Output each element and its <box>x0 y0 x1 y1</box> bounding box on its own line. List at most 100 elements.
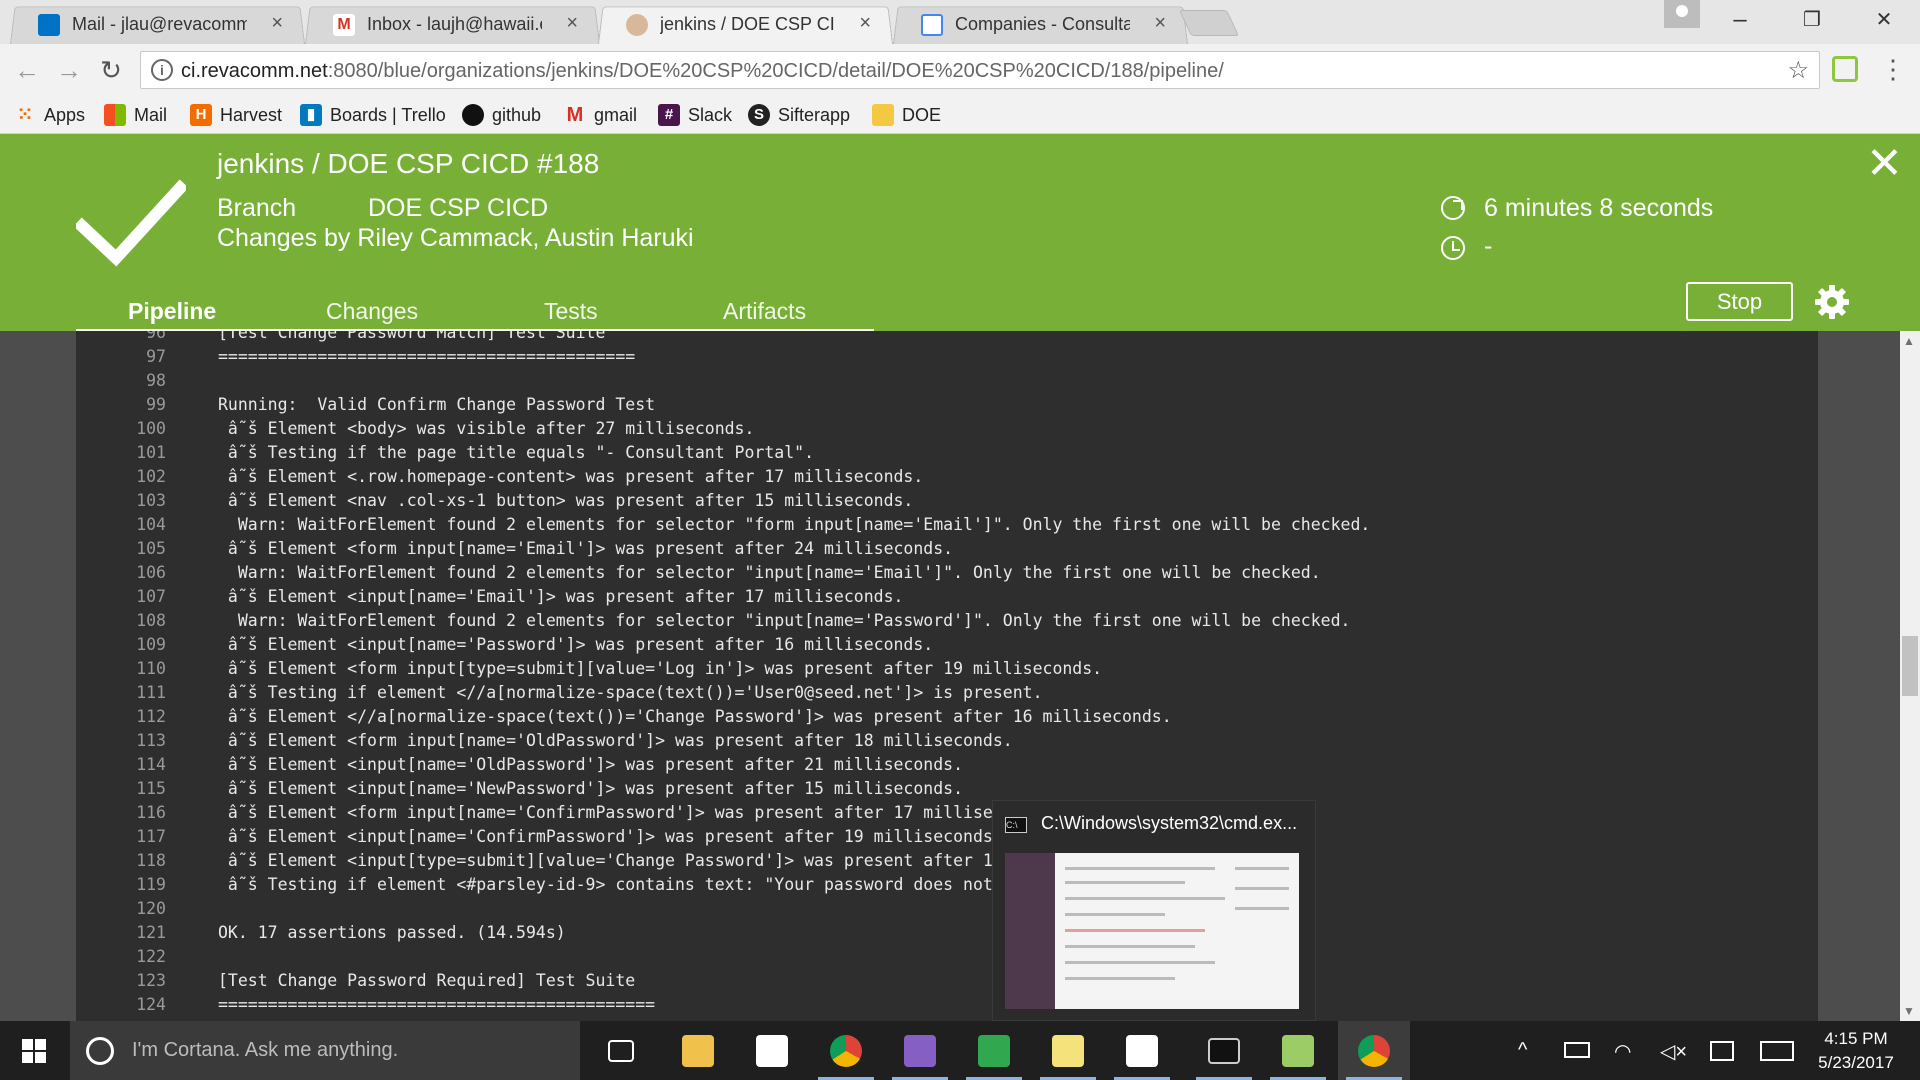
reload-button[interactable]: ↻ <box>94 54 128 86</box>
maximize-button[interactable]: ❐ <box>1792 6 1832 34</box>
bookmark-star-icon[interactable]: ☆ <box>1787 56 1809 85</box>
tab-title: Companies - Consultant <box>955 14 1130 34</box>
log-line: 118 â˜š Element <input[type=submit][valu… <box>76 849 1818 873</box>
tab-close-icon[interactable]: × <box>271 12 283 35</box>
log-line-number: 108 <box>136 611 166 630</box>
chrome-menu-icon[interactable]: ⋮ <box>1880 54 1906 84</box>
branch-label: Branch <box>217 194 297 222</box>
tab-companies[interactable]: Companies - Consultant × <box>893 4 1188 44</box>
log-line-text: â˜š Element <input[name='Email']> was pr… <box>218 587 904 606</box>
bookmark-sifterapp[interactable]: S Sifterapp <box>748 102 850 128</box>
address-bar[interactable]: i ci.revacomm.net:8080/blue/organization… <box>140 51 1820 89</box>
extension-icon[interactable] <box>1832 56 1858 82</box>
run-tabs: Pipeline Changes Tests Artifacts <box>0 284 900 331</box>
tab-pipeline[interactable]: Pipeline <box>128 298 216 325</box>
keyboard-icon[interactable] <box>1760 1041 1794 1061</box>
run-duration: 6 minutes 8 seconds <box>1484 194 1714 222</box>
visual-studio-icon <box>904 1035 936 1067</box>
close-run-icon[interactable]: ✕ <box>1866 142 1903 186</box>
taskbar-visual-studio[interactable] <box>884 1021 956 1080</box>
gear-icon[interactable] <box>1812 282 1852 322</box>
system-clock[interactable]: 4:15 PM 5/23/2017 <box>1808 1027 1904 1075</box>
taskbar-chrome-2[interactable] <box>1338 1021 1410 1080</box>
taskbar-chrome[interactable] <box>810 1021 882 1080</box>
bookmark-gmail[interactable]: Mgmail <box>564 102 637 128</box>
tab-jenkins[interactable]: jenkins / DOE CSP CICD / × <box>598 4 893 44</box>
tab-tests[interactable]: Tests <box>544 298 598 325</box>
taskbar-slack[interactable] <box>1106 1021 1178 1080</box>
pipeline-log[interactable]: 96 [Test Change Password Match] Test Suit… <box>76 331 1818 1021</box>
profile-icon[interactable] <box>1664 0 1700 28</box>
back-button[interactable]: ← <box>10 54 44 86</box>
tab-close-icon[interactable]: × <box>1154 12 1166 35</box>
slack-icon: # <box>658 104 680 126</box>
log-line: 115 â˜š Element <input[name='NewPassword… <box>76 777 1818 801</box>
log-line-text: Warn: WaitForElement found 2 elements fo… <box>218 515 1371 534</box>
gmail-icon: M <box>333 14 355 36</box>
tab-artifacts[interactable]: Artifacts <box>723 298 806 325</box>
log-line-number: 105 <box>136 539 166 558</box>
bookmark-apps[interactable]: ⁙ Apps <box>14 102 85 128</box>
log-line-text: â˜š Element <input[name='Password']> was… <box>218 635 934 654</box>
cmd-window-thumbnail[interactable]: C:\ C:\Windows\system32\cmd.ex... <box>992 800 1316 1021</box>
bookmark-github[interactable]: github <box>462 102 541 128</box>
cortana-icon <box>86 1037 114 1065</box>
tab-changes[interactable]: Changes <box>326 298 418 325</box>
bookmark-harvest[interactable]: H Harvest <box>190 102 282 128</box>
task-view-icon <box>608 1040 634 1062</box>
taskbar-cmd[interactable] <box>1188 1021 1260 1080</box>
log-line: 102 â˜š Element <.row.homepage-content> … <box>76 465 1818 489</box>
taskbar-store[interactable] <box>736 1021 808 1080</box>
cmd-icon: C:\ <box>1005 817 1027 833</box>
chevron-up-icon[interactable]: ^ <box>1518 1039 1527 1062</box>
log-line-number: 107 <box>136 587 166 606</box>
battery-icon[interactable] <box>1564 1042 1590 1058</box>
bookmark-slack[interactable]: # Slack <box>658 102 732 128</box>
taskbar-notepad-plus[interactable] <box>1262 1021 1334 1080</box>
minimize-button[interactable]: – <box>1720 6 1760 34</box>
taskbar-file-explorer[interactable] <box>662 1021 734 1080</box>
log-line: 114 â˜š Element <input[name='OldPassword… <box>76 753 1818 777</box>
log-line-number: 110 <box>136 659 166 678</box>
close-window-button[interactable]: ✕ <box>1864 6 1904 34</box>
start-windows-icon[interactable] <box>22 1039 46 1063</box>
stop-button[interactable]: Stop <box>1686 282 1793 321</box>
url-path: :8080/blue/organizations/jenkins/DOE%20C… <box>327 60 1224 82</box>
log-line: 122 <box>76 945 1818 969</box>
tab-close-icon[interactable]: × <box>859 12 871 35</box>
bookmark-doe[interactable]: DOE <box>872 102 941 128</box>
tab-close-icon[interactable]: × <box>566 12 578 35</box>
log-line-number: 96 <box>146 331 166 342</box>
log-line-number: 124 <box>136 995 166 1014</box>
log-line: 116 â˜š Element <form input[name='Confir… <box>76 801 1818 825</box>
jenkins-run-header: jenkins / DOE CSP CICD #188 Branch DOE C… <box>0 134 1920 332</box>
bookmark-mail[interactable]: Mail <box>104 102 167 128</box>
taskbar-git-kraken[interactable] <box>958 1021 1030 1080</box>
log-line-number: 113 <box>136 731 166 750</box>
taskbar-task-view[interactable] <box>588 1021 660 1080</box>
file-explorer-icon <box>682 1035 714 1067</box>
forward-button[interactable]: → <box>52 54 86 86</box>
log-line: 100 â˜š Element <body> was visible after… <box>76 417 1818 441</box>
tab-inbox[interactable]: M Inbox - laujh@hawaii.edu × <box>305 4 600 44</box>
scrollbar-thumb[interactable] <box>1902 636 1918 696</box>
volume-muted-icon[interactable]: ◁× <box>1660 1039 1687 1064</box>
wifi-icon[interactable]: ◠ <box>1614 1039 1631 1064</box>
apps-grid-icon: ⁙ <box>16 104 34 126</box>
log-line-text: â˜š Element <input[type=submit][value='C… <box>218 851 1003 870</box>
action-center-icon[interactable] <box>1710 1041 1734 1061</box>
log-line-number: 116 <box>136 803 166 822</box>
taskbar-sticky-notes[interactable] <box>1032 1021 1104 1080</box>
log-line-text: [Test Change Password Match] Test Suite <box>218 331 606 342</box>
log-line-text: ========================================… <box>218 347 636 366</box>
info-icon[interactable]: i <box>151 59 173 81</box>
log-line-number: 120 <box>136 899 166 918</box>
bookmark-trello[interactable]: ▮ Boards | Trello <box>300 102 446 128</box>
scroll-up-icon[interactable]: ▲ <box>1903 334 1915 348</box>
scroll-down-icon[interactable]: ▼ <box>1903 1004 1915 1018</box>
tab-mail[interactable]: Mail - jlau@revacomm.cc × <box>10 4 305 44</box>
store-icon <box>756 1035 788 1067</box>
log-line-text: ========================================… <box>218 995 656 1014</box>
run-title[interactable]: jenkins / DOE CSP CICD #188 <box>217 148 599 180</box>
cortana-search[interactable]: I'm Cortana. Ask me anything. <box>70 1021 580 1080</box>
